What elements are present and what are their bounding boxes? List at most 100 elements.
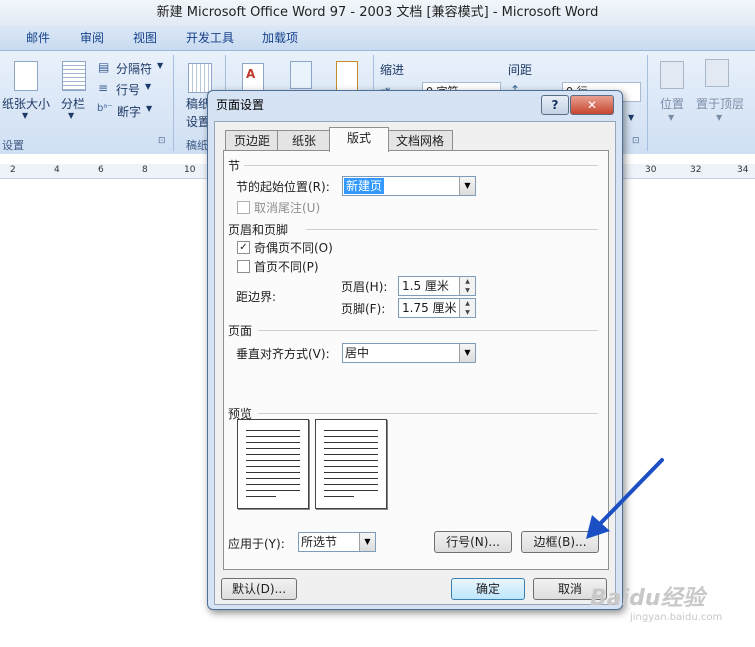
header-spinner[interactable]: ▲ ▼ bbox=[459, 277, 475, 295]
header-distance-input[interactable]: 1.5 厘米 ▲ ▼ bbox=[398, 276, 476, 296]
footer-spinner[interactable]: ▲ ▼ bbox=[459, 299, 475, 317]
spin-up-icon[interactable]: ▲ bbox=[460, 277, 475, 286]
spacing-down-arrow-icon[interactable]: ▼ bbox=[628, 113, 634, 122]
page-heading: 页面 bbox=[228, 324, 253, 338]
dialog-body: 页边距 纸张 版式 文档网格 节 节的起始位置(R): 新建页 ▼ 取消尾注(U… bbox=[214, 121, 616, 605]
help-button[interactable]: ? bbox=[541, 95, 569, 115]
paper-size-icon bbox=[14, 61, 38, 91]
line-numbers-dropdown-icon[interactable]: ▼ bbox=[145, 82, 151, 91]
draft-group-caption: 稿纸 bbox=[186, 139, 208, 152]
tab-review[interactable]: 审阅 bbox=[80, 26, 104, 50]
vertical-alignment-value: 居中 bbox=[345, 346, 370, 360]
headers-footers-heading: 页眉和页脚 bbox=[228, 223, 289, 237]
page-setup-launcher-icon[interactable]: ⊡ bbox=[158, 136, 166, 146]
dialog-title: 页面设置 bbox=[216, 98, 265, 112]
window-title: 新建 Microsoft Office Word 97 - 2003 文档 [兼… bbox=[156, 5, 599, 20]
section-start-select[interactable]: 新建页 ▼ bbox=[342, 176, 476, 196]
preview-page-left bbox=[237, 419, 309, 509]
spin-down-icon[interactable]: ▼ bbox=[460, 286, 475, 295]
layout-tab-panel: 节 节的起始位置(R): 新建页 ▼ 取消尾注(U) 页眉和页脚 ✓ 奇偶页不同… bbox=[223, 150, 609, 570]
window-title-bar: 新建 Microsoft Office Word 97 - 2003 文档 [兼… bbox=[0, 0, 755, 26]
section-divider bbox=[244, 165, 598, 166]
footer-distance-value: 1.75 厘米 bbox=[402, 301, 457, 315]
hyphenation-button[interactable]: 断字 bbox=[117, 103, 141, 120]
ruler-tick: 30 bbox=[645, 165, 657, 175]
columns-dropdown-icon[interactable]: ▼ bbox=[68, 111, 74, 120]
first-page-checkbox[interactable] bbox=[237, 260, 250, 273]
spacing-label: 间距 bbox=[508, 63, 533, 77]
paper-size-button[interactable]: 纸张大小 bbox=[2, 95, 50, 112]
position-button[interactable]: 位置 bbox=[660, 95, 684, 112]
draft-paper-icon bbox=[188, 63, 212, 93]
ruler-tick: 6 bbox=[98, 165, 104, 175]
group-divider bbox=[173, 55, 174, 151]
section-start-value: 新建页 bbox=[344, 178, 385, 194]
page-color-icon[interactable] bbox=[290, 61, 312, 89]
apply-to-value: 所选节 bbox=[301, 535, 338, 549]
section-divider bbox=[258, 330, 598, 331]
suppress-endnotes-checkbox[interactable] bbox=[237, 201, 250, 214]
tab-mailings[interactable]: 邮件 bbox=[26, 26, 50, 50]
ruler-tick: 2 bbox=[10, 165, 16, 175]
line-numbers-button[interactable]: 行号(N)... bbox=[434, 531, 512, 553]
odd-even-checkbox[interactable]: ✓ bbox=[237, 241, 250, 254]
section-start-label: 节的起始位置(R): bbox=[236, 180, 330, 194]
ok-button[interactable]: 确定 bbox=[451, 578, 525, 600]
spin-up-icon[interactable]: ▲ bbox=[460, 299, 475, 308]
breaks-dropdown-icon[interactable]: ▼ bbox=[157, 61, 163, 70]
ruler-tick: 34 bbox=[737, 165, 749, 175]
paper-size-dropdown-icon[interactable]: ▼ bbox=[22, 111, 28, 120]
chevron-down-icon[interactable]: ▼ bbox=[459, 177, 475, 195]
header-distance-label: 页眉(H): bbox=[341, 280, 388, 294]
tab-layout[interactable]: 版式 bbox=[329, 127, 389, 152]
breaks-icon: ▤ bbox=[98, 60, 110, 74]
breaks-button[interactable]: 分隔符 bbox=[116, 60, 152, 77]
line-numbers-icon: ≡ bbox=[98, 81, 109, 95]
watermark-subtext: jingyan.baidu.com bbox=[630, 612, 723, 623]
tab-document-grid[interactable]: 文档网格 bbox=[387, 130, 453, 151]
page-setup-dialog: 页面设置 ? ✕ 页边距 纸张 版式 文档网格 节 节的起始位置(R): 新建页… bbox=[207, 90, 623, 610]
spin-down-icon[interactable]: ▼ bbox=[460, 308, 475, 317]
vertical-alignment-select[interactable]: 居中 ▼ bbox=[342, 343, 476, 363]
section-divider bbox=[258, 413, 598, 414]
columns-button[interactable]: 分栏 bbox=[61, 95, 85, 112]
columns-icon bbox=[62, 61, 86, 91]
page-setup-group-caption: 设置 bbox=[2, 139, 24, 152]
bring-front-button[interactable]: 置于顶层 bbox=[696, 95, 744, 112]
ruler-tick: 4 bbox=[54, 165, 60, 175]
ruler-tick: 8 bbox=[142, 165, 148, 175]
hyphenation-dropdown-icon[interactable]: ▼ bbox=[146, 104, 152, 113]
position-dropdown-icon[interactable]: ▼ bbox=[668, 113, 674, 122]
position-icon bbox=[660, 61, 684, 89]
vertical-alignment-label: 垂直对齐方式(V): bbox=[236, 347, 330, 361]
page-borders-icon[interactable] bbox=[336, 61, 358, 91]
chevron-down-icon[interactable]: ▼ bbox=[359, 533, 375, 551]
apply-to-select[interactable]: 所选节 ▼ bbox=[298, 532, 376, 552]
tab-developer[interactable]: 开发工具 bbox=[186, 26, 234, 50]
tab-view[interactable]: 视图 bbox=[133, 26, 157, 50]
suppress-endnotes-label: 取消尾注(U) bbox=[254, 201, 321, 215]
footer-distance-input[interactable]: 1.75 厘米 ▲ ▼ bbox=[398, 298, 476, 318]
tab-margins[interactable]: 页边距 bbox=[225, 130, 279, 151]
bring-front-icon bbox=[705, 59, 729, 87]
close-button[interactable]: ✕ bbox=[570, 95, 614, 115]
set-default-button[interactable]: 默认(D)... bbox=[221, 578, 297, 600]
tab-paper[interactable]: 纸张 bbox=[277, 130, 331, 151]
first-page-label: 首页不同(P) bbox=[254, 260, 319, 274]
group-divider bbox=[647, 55, 648, 151]
line-numbers-button[interactable]: 行号 bbox=[116, 81, 140, 98]
dialog-title-bar[interactable]: 页面设置 ? ✕ bbox=[208, 91, 622, 119]
indent-label: 缩进 bbox=[380, 63, 405, 77]
ruler-tick: 10 bbox=[184, 165, 196, 175]
watermark-letter-icon: A bbox=[246, 67, 256, 81]
footer-distance-label: 页脚(F): bbox=[341, 302, 386, 316]
paragraph-launcher-icon[interactable]: ⊡ bbox=[632, 136, 640, 146]
hyphenation-icon: bᵃ⁻ bbox=[97, 103, 113, 114]
tab-addins[interactable]: 加载项 bbox=[262, 26, 298, 50]
ribbon-tab-bar: 邮件 审阅 视图 开发工具 加载项 bbox=[0, 26, 755, 51]
preview-page-right bbox=[315, 419, 387, 509]
chevron-down-icon[interactable]: ▼ bbox=[459, 344, 475, 362]
watermark: Baidu经验 jingyan.baidu.com bbox=[590, 580, 755, 647]
apply-to-label: 应用于(Y): bbox=[228, 537, 285, 551]
bring-front-dropdown-icon[interactable]: ▼ bbox=[716, 113, 722, 122]
